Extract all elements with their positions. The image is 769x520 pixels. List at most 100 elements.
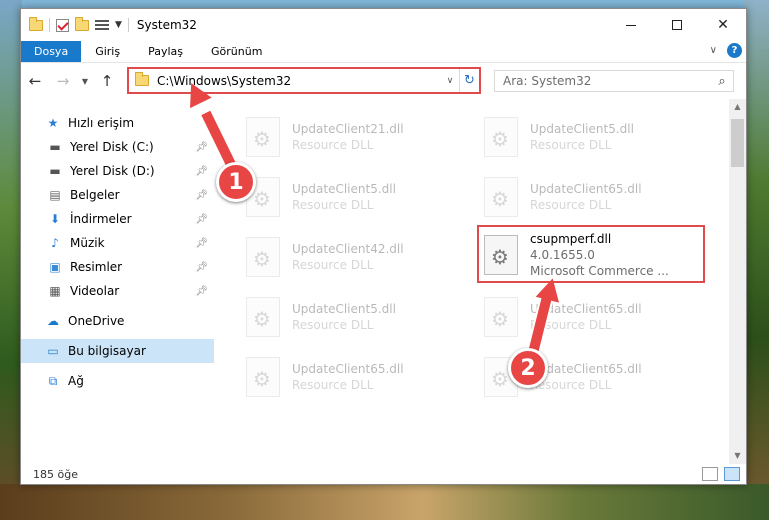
chevron-down-icon[interactable]: ▼ — [115, 20, 122, 30]
file-description: Resource DLL — [530, 378, 612, 392]
forward-arrow-icon[interactable]: → — [49, 72, 77, 90]
sidebar-item-label: Yerel Disk (C:) — [70, 140, 154, 154]
scroll-thumb[interactable] — [731, 119, 744, 167]
pictures-icon: ▣ — [49, 260, 61, 274]
maximize-button[interactable] — [654, 9, 700, 41]
tiles-view-icon[interactable] — [724, 467, 740, 481]
file-name: UpdateClient42.dll — [292, 242, 404, 256]
sidebar-item-label: Resimler — [70, 260, 123, 274]
sidebar-item-documents[interactable]: ▤ Belgeler 📌︎ — [21, 183, 214, 207]
dll-file-icon — [246, 297, 280, 337]
sidebar-item-network[interactable]: ⧉ Ağ — [21, 369, 214, 393]
folder-icon — [135, 72, 149, 86]
toolbar-divider — [49, 18, 50, 32]
address-bar[interactable]: C:\Windows\System32 ∨ ↻ — [127, 67, 481, 94]
minimize-button[interactable] — [608, 9, 654, 41]
close-button[interactable]: ✕ — [700, 9, 746, 41]
toolbar-divider — [127, 18, 129, 32]
list-item[interactable]: UpdateClient65.dll Resource DLL — [246, 349, 476, 405]
scroll-up-icon[interactable]: ▲ — [729, 99, 746, 115]
file-name: UpdateClient5.dll — [292, 182, 396, 196]
drive-icon: ▬ — [49, 140, 61, 154]
file-description: Resource DLL — [292, 378, 374, 392]
sidebar-item-downloads[interactable]: ⬇ İndirmeler 📌︎ — [21, 207, 214, 231]
list-item[interactable]: UpdateClient21.dll Resource DLL — [246, 109, 476, 165]
list-item[interactable]: UpdateClient65.dllResource DLL — [484, 289, 714, 345]
pin-icon[interactable]: 📌︎ — [195, 166, 208, 177]
close-icon: ✕ — [717, 17, 729, 33]
sidebar-item-quick-access[interactable]: ★ Hızlı erişim — [21, 111, 214, 135]
tab-home[interactable]: Giriş — [81, 41, 134, 62]
ribbon-tabs: Dosya Giriş Paylaş Görünüm ∨ ? — [21, 41, 746, 63]
folder-icon — [29, 16, 43, 31]
sidebar-item-pictures[interactable]: ▣ Resimler 📌︎ — [21, 255, 214, 279]
file-description: Resource DLL — [292, 258, 374, 272]
sidebar-item-this-pc[interactable]: ▭ Bu bilgisayar — [21, 339, 214, 363]
file-name: UpdateClient5.dll — [530, 122, 634, 136]
documents-icon: ▤ — [49, 188, 61, 202]
pin-icon[interactable]: 📌︎ — [195, 214, 208, 225]
back-arrow-icon[interactable]: ← — [21, 72, 49, 90]
file-name: UpdateClient65.dll — [292, 362, 404, 376]
title-bar: ▼ System32 ✕ — [21, 9, 746, 41]
file-description: Resource DLL — [530, 318, 612, 332]
vertical-scrollbar[interactable]: ▲ ▼ — [729, 99, 746, 464]
pin-icon[interactable]: 📌︎ — [195, 262, 208, 273]
file-name: UpdateClient5.dll — [292, 302, 396, 316]
minimize-icon — [626, 24, 636, 26]
sidebar-item-onedrive[interactable]: ☁ OneDrive — [21, 309, 214, 333]
step-2-badge: 2 — [508, 348, 548, 388]
navigation-pane: ★ Hızlı erişim ▬ Yerel Disk (C:) 📌︎ ▬ Ye… — [21, 99, 214, 464]
file-description: Resource DLL — [292, 198, 374, 212]
pin-icon[interactable]: 📌︎ — [195, 286, 208, 297]
pin-icon[interactable]: 📌︎ — [195, 238, 208, 249]
file-description: Resource DLL — [530, 198, 612, 212]
status-bar: 185 öğe — [21, 464, 746, 484]
expand-ribbon-icon[interactable]: ∨ — [710, 45, 717, 56]
sidebar-item-drive-c[interactable]: ▬ Yerel Disk (C:) 📌︎ — [21, 135, 214, 159]
list-item[interactable]: UpdateClient5.dll Resource DLL — [246, 289, 476, 345]
dll-file-icon — [484, 297, 518, 337]
sidebar-item-label: Belgeler — [70, 188, 120, 202]
list-item[interactable]: UpdateClient5.dll Resource DLL — [484, 109, 714, 165]
customize-toolbar-icon[interactable] — [95, 19, 109, 31]
pin-icon[interactable]: 📌︎ — [195, 190, 208, 201]
pin-icon[interactable]: 📌︎ — [195, 142, 208, 153]
sidebar-item-label: Ağ — [68, 374, 84, 388]
refresh-icon[interactable]: ↻ — [459, 69, 479, 92]
tab-share[interactable]: Paylaş — [134, 41, 197, 62]
file-name: UpdateClient21.dll — [292, 122, 404, 136]
view-toggle — [702, 467, 740, 481]
details-view-icon[interactable] — [702, 467, 718, 481]
search-icon[interactable]: ⌕ — [711, 74, 733, 89]
list-item[interactable]: UpdateClient65.dllResource DLL — [484, 169, 714, 225]
file-description: Resource DLL — [292, 318, 374, 332]
list-item[interactable]: UpdateClient5.dll Resource DLL — [246, 169, 476, 225]
file-highlight-box — [477, 225, 705, 283]
sidebar-item-drive-d[interactable]: ▬ Yerel Disk (D:) 📌︎ — [21, 159, 214, 183]
file-description: Resource DLL — [292, 138, 374, 152]
dll-file-icon — [246, 117, 280, 157]
dll-file-icon — [246, 237, 280, 277]
sidebar-item-label: Yerel Disk (D:) — [70, 164, 155, 178]
scroll-down-icon[interactable]: ▼ — [729, 448, 746, 464]
item-count: 185 öğe — [33, 467, 78, 481]
search-input[interactable]: Ara: System32 ⌕ — [494, 70, 734, 92]
recent-locations-icon[interactable]: ▼ — [77, 77, 93, 86]
sidebar-item-label: Videolar — [70, 284, 120, 298]
list-item[interactable]: UpdateClient42.dll Resource DLL — [246, 229, 476, 285]
tab-file[interactable]: Dosya — [21, 41, 82, 62]
navigation-bar: ← → ▼ ↑ C:\Windows\System32 ∨ ↻ Ara: Sys… — [21, 63, 746, 99]
new-folder-icon[interactable] — [75, 16, 89, 31]
up-arrow-icon[interactable]: ↑ — [93, 72, 121, 90]
sidebar-item-videos[interactable]: ▦ Videolar 📌︎ — [21, 279, 214, 303]
tab-view[interactable]: Görünüm — [197, 41, 276, 62]
sidebar-item-music[interactable]: ♪ Müzik 📌︎ — [21, 231, 214, 255]
quick-access-toolbar: ▼ — [21, 16, 129, 32]
chevron-down-icon[interactable]: ∨ — [441, 76, 459, 86]
cloud-icon: ☁ — [47, 314, 59, 328]
dll-file-icon — [484, 177, 518, 217]
sidebar-item-label: Müzik — [70, 236, 105, 250]
properties-check-icon[interactable] — [56, 18, 69, 32]
help-icon[interactable]: ? — [727, 43, 742, 58]
